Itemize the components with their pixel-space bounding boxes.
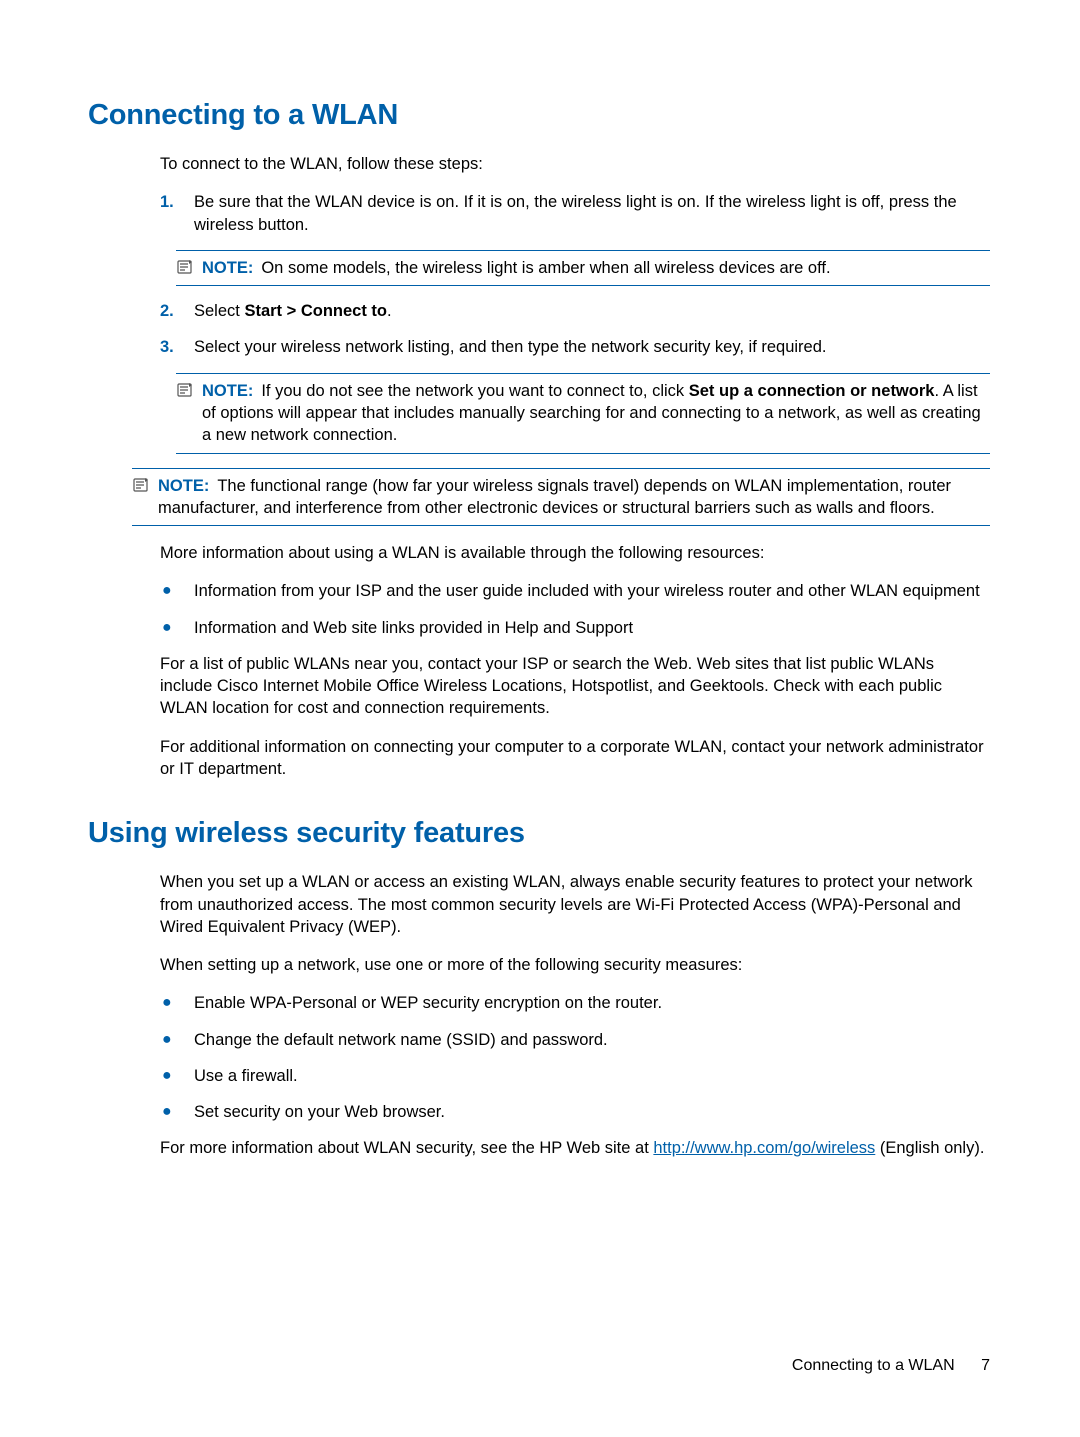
list-item: ● Enable WPA-Personal or WEP security en… <box>160 992 990 1014</box>
security-intro: When you set up a WLAN or access an exis… <box>160 871 990 938</box>
page-footer: Connecting to a WLAN 7 <box>792 1355 990 1377</box>
list-item: ● Use a firewall. <box>160 1065 990 1087</box>
step-3-number: 3. <box>160 336 194 358</box>
note-bold: Set up a connection or network <box>689 382 935 400</box>
bullet-text: Set security on your Web browser. <box>194 1101 990 1123</box>
step-3-text: Select your wireless network listing, an… <box>194 336 990 358</box>
note-label: NOTE: <box>202 382 253 400</box>
hp-wireless-link[interactable]: http://www.hp.com/go/wireless <box>653 1139 875 1157</box>
step-3: 3. Select your wireless network listing,… <box>160 336 990 358</box>
step-1-text: Be sure that the WLAN device is on. If i… <box>194 191 990 236</box>
note-icon <box>176 260 194 274</box>
note-setup-connection: NOTE: If you do not see the network you w… <box>176 373 990 454</box>
more-info-link-para: For more information about WLAN security… <box>160 1137 990 1159</box>
bullet-text: Information and Web site links provided … <box>194 617 990 639</box>
step-2-number: 2. <box>160 300 194 322</box>
bullet-icon: ● <box>162 617 194 639</box>
intro-text: To connect to the WLAN, follow these ste… <box>160 153 990 175</box>
step-1-number: 1. <box>160 191 194 236</box>
page-number: 7 <box>981 1357 990 1374</box>
note-wireless-light: NOTE: On some models, the wireless light … <box>176 250 990 286</box>
step-2-text: Select Start > Connect to. <box>194 300 990 322</box>
bullet-text: Enable WPA-Personal or WEP security encr… <box>194 992 990 1014</box>
heading-wireless-security: Using wireless security features <box>88 814 990 853</box>
note-text-a: If you do not see the network you want t… <box>261 382 688 400</box>
public-wlans-text: For a list of public WLANs near you, con… <box>160 653 990 720</box>
more-info-text: More information about using a WLAN is a… <box>160 542 990 564</box>
footer-title: Connecting to a WLAN <box>792 1357 955 1374</box>
corporate-wlan-text: For additional information on connecting… <box>160 736 990 781</box>
heading-connecting-to-wlan: Connecting to a WLAN <box>88 96 990 135</box>
bullet-icon: ● <box>162 1101 194 1123</box>
list-item: ● Information from your ISP and the user… <box>160 580 990 602</box>
bullet-icon: ● <box>162 992 194 1014</box>
note-label: NOTE: <box>158 477 209 495</box>
note-text: The functional range (how far your wirel… <box>158 477 951 517</box>
bullet-text: Use a firewall. <box>194 1065 990 1087</box>
list-item: ● Change the default network name (SSID)… <box>160 1029 990 1051</box>
bullet-text: Change the default network name (SSID) a… <box>194 1029 990 1051</box>
step-2: 2. Select Start > Connect to. <box>160 300 990 322</box>
note-label: NOTE: <box>202 259 253 277</box>
bullet-icon: ● <box>162 1065 194 1087</box>
list-item: ● Set security on your Web browser. <box>160 1101 990 1123</box>
note-icon <box>132 478 150 492</box>
bullet-text: Information from your ISP and the user g… <box>194 580 990 602</box>
note-icon <box>176 383 194 397</box>
step-1: 1. Be sure that the WLAN device is on. I… <box>160 191 990 236</box>
note-text: On some models, the wireless light is am… <box>261 259 830 277</box>
bullet-icon: ● <box>162 580 194 602</box>
list-item: ● Information and Web site links provide… <box>160 617 990 639</box>
bullet-icon: ● <box>162 1029 194 1051</box>
security-measures-intro: When setting up a network, use one or mo… <box>160 954 990 976</box>
note-functional-range: NOTE:The functional range (how far your … <box>132 468 990 527</box>
